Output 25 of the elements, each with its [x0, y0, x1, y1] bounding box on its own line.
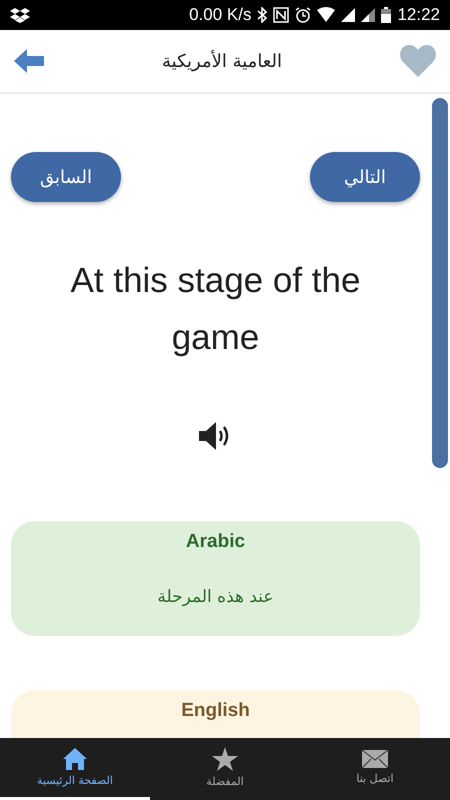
translation-text: عند هذه المرحلة: [157, 587, 274, 607]
clock: 12:22: [397, 5, 440, 25]
wifi-icon: [317, 7, 336, 23]
scrollbar[interactable]: [432, 98, 448, 468]
back-button[interactable]: [14, 49, 44, 73]
mail-icon: [362, 750, 388, 768]
card-heading: English: [181, 700, 250, 722]
dropbox-icon: [10, 7, 30, 23]
previous-button[interactable]: السابق: [11, 152, 121, 202]
home-icon: [63, 748, 87, 770]
battery-icon: [381, 7, 392, 23]
alarm-icon: [295, 7, 312, 23]
tab[interactable]: الصفحة الرئيسية: [0, 738, 150, 800]
tab[interactable]: اتصل بنا: [300, 738, 450, 800]
card-heading: Arabic: [186, 531, 246, 553]
signal-icon: [341, 7, 356, 23]
signal-icon: [361, 7, 376, 23]
nfc-icon: [273, 7, 290, 23]
tab[interactable]: المفضلة: [150, 738, 300, 800]
bluetooth-icon: [257, 7, 268, 23]
star-icon: [212, 747, 238, 771]
network-speed: 0.00 K/s: [189, 5, 252, 25]
page-title: العامية الأمريكية: [162, 50, 282, 72]
next-button[interactable]: التالي: [310, 152, 420, 202]
phrase-text: At this stage of the game: [70, 260, 362, 359]
